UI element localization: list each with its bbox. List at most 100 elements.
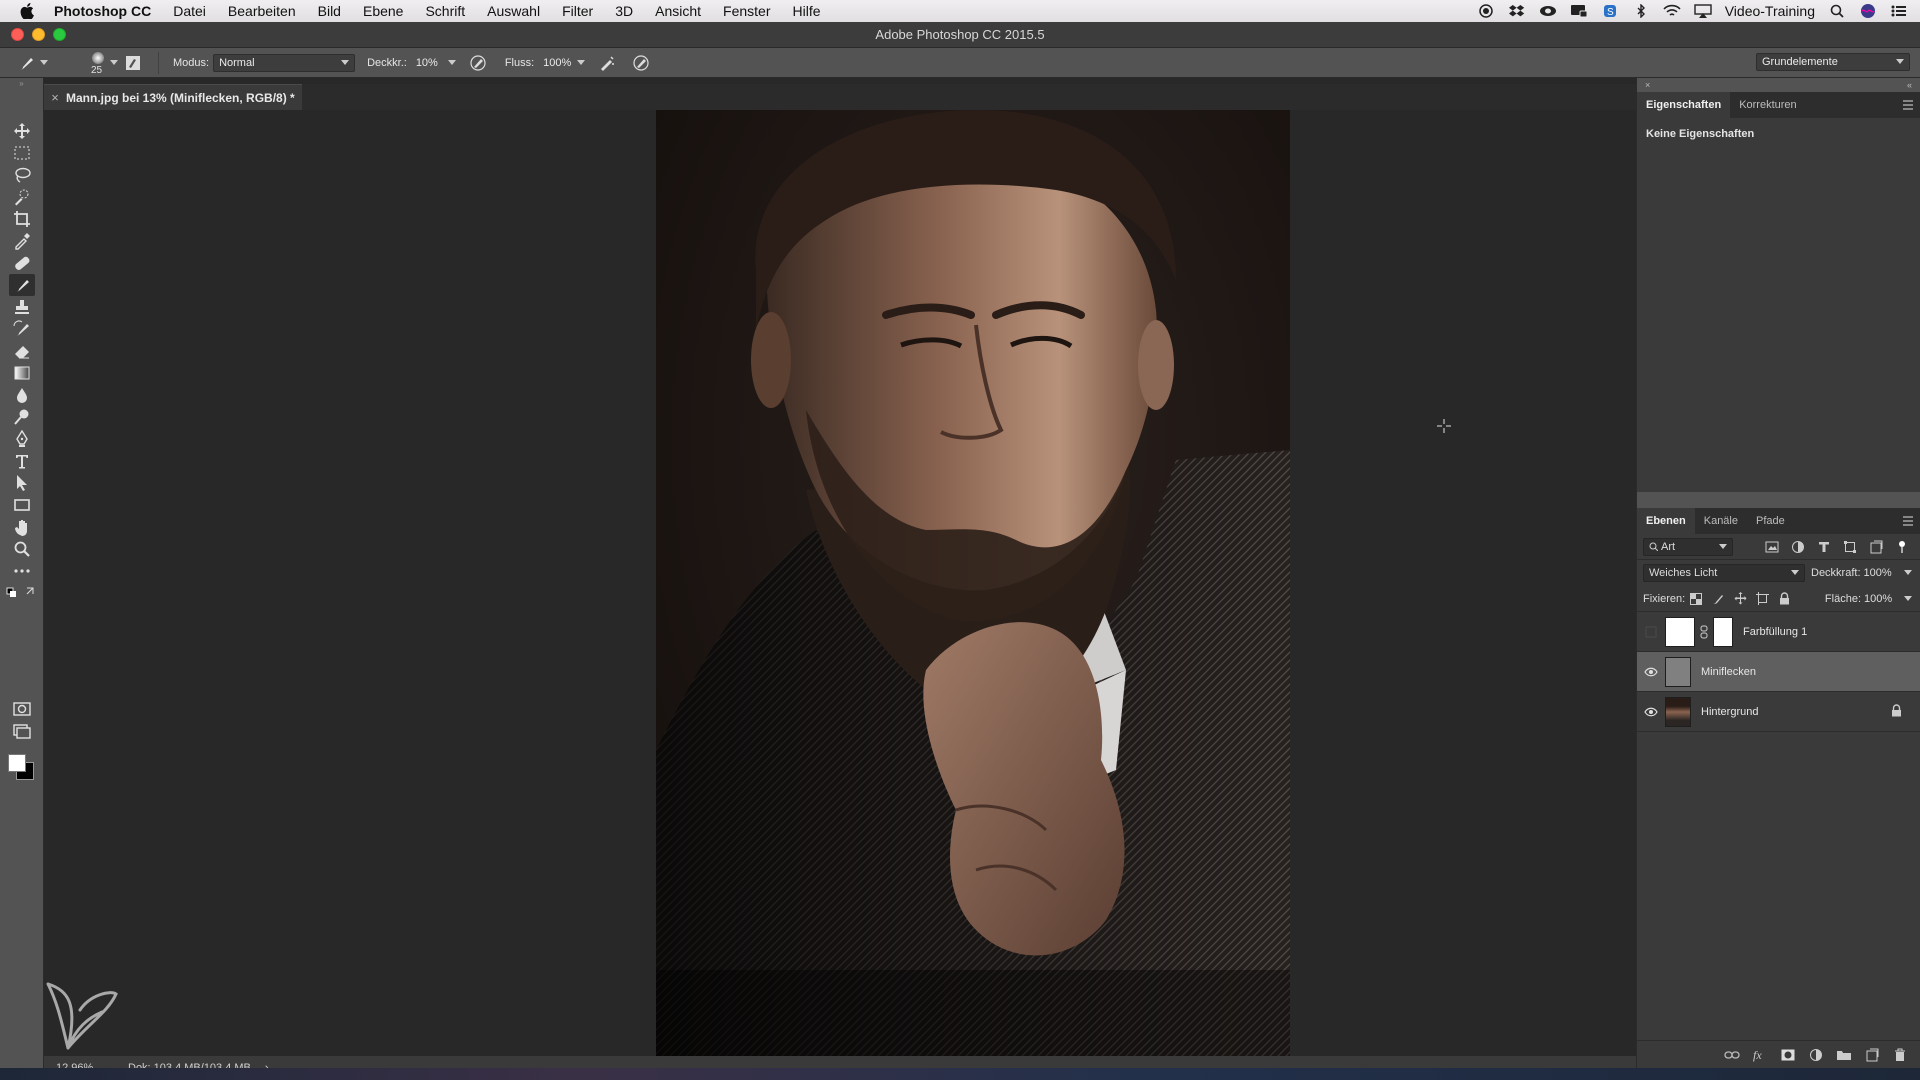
- filter-shape-layers-icon[interactable]: [1839, 538, 1861, 556]
- foreground-color-swatch[interactable]: [8, 754, 26, 772]
- layer-name[interactable]: Hintergrund: [1701, 706, 1758, 718]
- wifi-icon[interactable]: [1663, 3, 1681, 19]
- pressure-size-button[interactable]: [630, 52, 652, 74]
- lock-all-icon[interactable]: [1773, 590, 1795, 608]
- add-mask-icon[interactable]: [1777, 1045, 1799, 1065]
- layer-mask-thumbnail[interactable]: [1713, 616, 1733, 647]
- color-swap-controls[interactable]: [4, 582, 40, 604]
- layer-visibility-toggle[interactable]: [1637, 692, 1665, 732]
- lasso-tool[interactable]: [9, 164, 35, 186]
- filter-adjustment-layers-icon[interactable]: [1787, 538, 1809, 556]
- gradient-tool[interactable]: [9, 362, 35, 384]
- healing-brush-tool[interactable]: [9, 252, 35, 274]
- blend-mode-select[interactable]: Normal: [213, 53, 356, 72]
- layer-blend-mode-select[interactable]: Weiches Licht: [1643, 564, 1805, 582]
- spotlight-search-icon[interactable]: [1828, 3, 1846, 19]
- close-window-button[interactable]: [11, 28, 24, 41]
- pressure-opacity-button[interactable]: [467, 52, 489, 74]
- history-brush-tool[interactable]: [9, 318, 35, 340]
- layer-styles-fx-icon[interactable]: fx: [1749, 1045, 1771, 1065]
- rectangle-tool[interactable]: [9, 494, 35, 516]
- screen-mode-button[interactable]: [9, 720, 35, 742]
- menu-auswahl[interactable]: Auswahl: [476, 3, 551, 19]
- layer-opacity-field[interactable]: 100%: [1861, 564, 1915, 582]
- document-tab[interactable]: × Mann.jpg bei 13% (Miniflecken, RGB/8) …: [44, 84, 302, 110]
- panel-menu-icon[interactable]: [1901, 98, 1915, 112]
- user-name[interactable]: Video-Training: [1725, 3, 1815, 19]
- layer-filter-select[interactable]: Art: [1643, 537, 1733, 556]
- dropbox-icon[interactable]: [1508, 3, 1526, 19]
- dodge-tool[interactable]: [9, 406, 35, 428]
- airbrush-button[interactable]: [596, 52, 618, 74]
- menu-hilfe[interactable]: Hilfe: [782, 3, 832, 19]
- quick-mask-button[interactable]: [9, 698, 35, 720]
- lock-image-pixels-icon[interactable]: [1707, 590, 1729, 608]
- menu-filter[interactable]: Filter: [551, 3, 604, 19]
- type-tool[interactable]: [9, 450, 35, 472]
- delete-layer-trash-icon[interactable]: [1889, 1045, 1911, 1065]
- new-adjustment-layer-icon[interactable]: [1805, 1045, 1827, 1065]
- skype-icon[interactable]: S: [1601, 3, 1619, 19]
- new-layer-icon[interactable]: [1861, 1045, 1883, 1065]
- layer-visibility-toggle[interactable]: [1637, 612, 1665, 652]
- quick-selection-tool[interactable]: [9, 186, 35, 208]
- tab-pfade[interactable]: Pfade: [1747, 508, 1794, 534]
- lock-position-icon[interactable]: [1729, 590, 1751, 608]
- layer-mask-link-icon[interactable]: [1699, 617, 1709, 647]
- menu-fenster[interactable]: Fenster: [712, 3, 781, 19]
- creative-cloud-icon[interactable]: [1539, 3, 1557, 19]
- tab-eigenschaften[interactable]: Eigenschaften: [1637, 92, 1731, 118]
- minimize-window-button[interactable]: [32, 28, 45, 41]
- lock-icon[interactable]: [1891, 704, 1905, 718]
- layer-row-miniflecken[interactable]: Miniflecken: [1637, 652, 1920, 692]
- display-icon[interactable]: [1570, 3, 1588, 19]
- filter-pixel-layers-icon[interactable]: [1761, 538, 1783, 556]
- menu-schrift[interactable]: Schrift: [414, 3, 476, 19]
- menu-ebene[interactable]: Ebene: [352, 3, 414, 19]
- close-tab-icon[interactable]: ×: [44, 90, 66, 105]
- lock-artboard-icon[interactable]: [1751, 590, 1773, 608]
- menu-bearbeiten[interactable]: Bearbeiten: [217, 3, 307, 19]
- path-selection-tool[interactable]: [9, 472, 35, 494]
- marquee-tool[interactable]: [9, 142, 35, 164]
- zoom-tool[interactable]: [9, 538, 35, 560]
- layer-row-farbfuellung[interactable]: Farbfüllung 1: [1637, 612, 1920, 652]
- more-tools[interactable]: [9, 560, 35, 582]
- eyedropper-tool[interactable]: [9, 230, 35, 252]
- pen-tool[interactable]: [9, 428, 35, 450]
- zoom-window-button[interactable]: [53, 28, 66, 41]
- brush-panel-toggle[interactable]: [122, 52, 144, 74]
- filter-smart-objects-icon[interactable]: [1865, 538, 1887, 556]
- layer-row-hintergrund[interactable]: Hintergrund: [1637, 692, 1920, 732]
- clone-stamp-tool[interactable]: [9, 296, 35, 318]
- tool-preset-picker[interactable]: [16, 51, 60, 75]
- flow-field[interactable]: 100%: [538, 54, 590, 72]
- filter-toggle-icon[interactable]: [1891, 538, 1913, 556]
- collapse-dock-icon[interactable]: «: [1907, 78, 1912, 92]
- siri-icon[interactable]: [1859, 3, 1877, 19]
- workspace-select[interactable]: Grundelemente: [1756, 53, 1910, 71]
- tab-ebenen[interactable]: Ebenen: [1637, 508, 1695, 534]
- filter-type-layers-icon[interactable]: [1813, 538, 1835, 556]
- layer-fill-field[interactable]: 100%: [1861, 590, 1915, 608]
- hand-tool[interactable]: [9, 516, 35, 538]
- canvas-area[interactable]: [44, 110, 1636, 1056]
- new-group-folder-icon[interactable]: [1833, 1045, 1855, 1065]
- layer-name[interactable]: Miniflecken: [1701, 666, 1756, 678]
- brush-tool[interactable]: [9, 274, 35, 296]
- opacity-field[interactable]: 10%: [411, 54, 461, 72]
- layer-name[interactable]: Farbfüllung 1: [1743, 626, 1807, 638]
- notification-center-icon[interactable]: [1890, 3, 1908, 19]
- lock-transparent-pixels-icon[interactable]: [1685, 590, 1707, 608]
- panel-menu-icon[interactable]: [1901, 514, 1915, 528]
- tab-kanaele[interactable]: Kanäle: [1695, 508, 1747, 534]
- menu-ansicht[interactable]: Ansicht: [644, 3, 712, 19]
- layer-visibility-toggle[interactable]: [1637, 652, 1665, 692]
- menu-app-name[interactable]: Photoshop CC: [38, 3, 162, 19]
- blur-tool[interactable]: [9, 384, 35, 406]
- eraser-tool[interactable]: [9, 340, 35, 362]
- airplay-icon[interactable]: [1694, 3, 1712, 19]
- bluetooth-icon[interactable]: [1632, 3, 1650, 19]
- brush-preset-picker[interactable]: 25: [80, 50, 118, 76]
- menu-datei[interactable]: Datei: [162, 3, 217, 19]
